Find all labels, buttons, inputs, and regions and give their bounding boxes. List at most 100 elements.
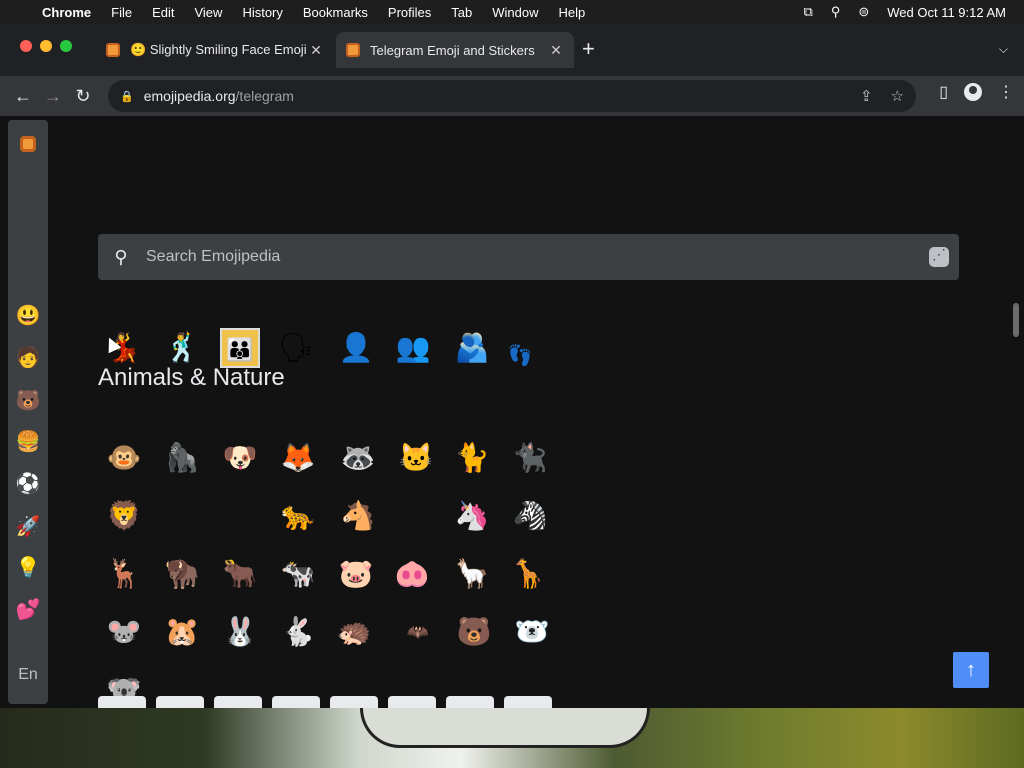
lock-icon[interactable]: 🔒 (120, 90, 134, 103)
macos-menu-bar: Chrome File Edit View History Bookmarks … (0, 0, 1024, 24)
chrome-menu-icon[interactable]: ⋮ (998, 82, 1014, 102)
emoji-cell[interactable]: 🦇 (398, 612, 438, 652)
emoji-cell[interactable]: 🦄 (452, 496, 492, 536)
page-scrollbar[interactable] (1013, 303, 1019, 337)
tab-slightly-smiling-face[interactable]: 🙂 Slightly Smiling Face Emoji ✕ (96, 34, 334, 66)
close-window-button[interactable] (20, 40, 32, 52)
forward-arrow-icon[interactable]: → (38, 82, 68, 110)
emoji-cell[interactable]: 🦬 (162, 554, 202, 594)
control-center-icon[interactable]: ⊜ (858, 4, 869, 20)
bookmark-star-icon[interactable]: ☆ (891, 87, 904, 105)
emoji-cell-partial[interactable] (330, 696, 378, 708)
menu-help[interactable]: Help (549, 5, 596, 20)
menu-edit[interactable]: Edit (142, 5, 184, 20)
emoji-cell[interactable]: 👣 (500, 336, 540, 376)
menu-tab[interactable]: Tab (441, 5, 482, 20)
emoji-cell[interactable]: 🦓 (510, 496, 550, 536)
emoji-cell[interactable]: 🐇 (278, 612, 318, 652)
sidebar-item-animals[interactable]: 🐻 (8, 389, 48, 413)
emoji-cell[interactable]: 🐭 (104, 612, 144, 652)
emoji-cell[interactable]: 🐄 (278, 554, 318, 594)
emoji-cell[interactable]: 🫂 (452, 328, 492, 368)
emoji-cell[interactable]: 👤 (336, 328, 376, 368)
menu-history[interactable]: History (232, 5, 292, 20)
emoji-cell[interactable]: 🐴 (338, 496, 378, 536)
emojipedia-logo-icon[interactable] (20, 136, 36, 152)
emoji-cell[interactable]: 🦁 (104, 496, 144, 536)
emoji-cell[interactable]: 🐻 (454, 612, 494, 652)
reload-icon[interactable]: ↻ (68, 82, 98, 110)
emoji-cell[interactable]: 🐷 (336, 554, 376, 594)
emoji-cell-partial[interactable] (272, 696, 320, 708)
search-bar[interactable]: ⚲ Search Emojipedia (98, 234, 959, 280)
share-icon[interactable]: ⇪ (860, 87, 873, 105)
sidebar-item-objects[interactable]: 💡 (8, 556, 48, 580)
emoji-cell[interactable]: 👥 (393, 328, 433, 368)
emoji-cell[interactable]: 👪 (220, 328, 260, 368)
tab-telegram-emoji[interactable]: Telegram Emoji and Stickers ✕ (336, 32, 574, 68)
emoji-cell[interactable]: 🦔 (334, 612, 374, 652)
emoji-cell[interactable]: 🕺 (162, 328, 202, 368)
window-controls (20, 40, 72, 52)
sidebar-item-travel[interactable]: 🚀 (8, 515, 48, 539)
emoji-cell[interactable]: 🐂 (220, 554, 260, 594)
menu-bar-clock[interactable]: Wed Oct 11 9:12 AM (887, 5, 1006, 20)
sidebar-item-food[interactable]: 🍔 (8, 430, 48, 454)
emoji-cell-partial[interactable] (504, 696, 552, 708)
emoji-cell[interactable]: 🐰 (220, 612, 260, 652)
emoji-cell-partial[interactable] (388, 696, 436, 708)
emoji-cell[interactable]: 🗣 (276, 328, 316, 368)
emoji-cell[interactable]: 🐽 (392, 554, 432, 594)
menu-file[interactable]: File (101, 5, 142, 20)
new-tab-button[interactable]: + (582, 38, 595, 60)
emoji-cell-partial[interactable] (156, 696, 204, 708)
emoji-cell[interactable]: 🐱 (396, 438, 436, 478)
sidebar-item-activities[interactable]: ⚽ (8, 472, 48, 496)
emoji-cell-partial[interactable] (446, 696, 494, 708)
back-arrow-icon[interactable]: ← (8, 82, 38, 110)
zoom-window-button[interactable] (60, 40, 72, 52)
sidebar-item-smileys[interactable]: 😃 (8, 304, 48, 328)
random-emoji-dice-icon[interactable] (929, 246, 949, 267)
tab-search-chevron-icon[interactable]: ⌵ (999, 42, 1008, 57)
profile-avatar-icon[interactable] (964, 83, 982, 101)
close-tab-icon[interactable]: ✕ (548, 42, 564, 59)
tab-emoji: 🙂 (130, 42, 147, 57)
menu-window[interactable]: Window (482, 5, 548, 20)
emoji-cell[interactable]: 🦙 (452, 554, 492, 594)
emoji-cell[interactable]: 🦍 (162, 438, 202, 478)
spotlight-search-icon[interactable]: ⚲ (831, 4, 841, 20)
emoji-cell[interactable]: 🐈 (452, 438, 492, 478)
menu-app-name[interactable]: Chrome (40, 5, 101, 20)
scroll-to-top-button[interactable]: ↑ (953, 652, 989, 688)
emoji-cell[interactable]: 🦒 (508, 554, 548, 594)
address-bar[interactable]: 🔒 emojipedia.org/telegram ⇪ ☆ (108, 80, 916, 112)
emoji-cell[interactable]: 🐵 (104, 438, 144, 478)
browser-window: 🙂 Slightly Smiling Face Emoji ✕ Telegram… (0, 24, 1024, 708)
emoji-cell[interactable]: 🦊 (278, 438, 318, 478)
desktop-wallpaper (0, 708, 1024, 768)
emoji-cell[interactable]: 🦌 (104, 554, 144, 594)
sidebar-item-people[interactable]: 🧑 (8, 346, 48, 370)
emoji-cell[interactable]: 🐈‍⬛ (510, 438, 550, 478)
emoji-cell[interactable]: 🐻‍❄️ (512, 612, 552, 652)
search-input[interactable]: Search Emojipedia (144, 248, 280, 266)
emojipedia-favicon-icon (106, 43, 120, 57)
emoji-cell[interactable]: 🐹 (162, 612, 202, 652)
search-icon: ⚲ (114, 246, 128, 267)
emoji-cell-partial[interactable] (98, 696, 146, 708)
sidebar-item-symbols[interactable]: 💕 (8, 598, 48, 622)
menu-profiles[interactable]: Profiles (378, 5, 441, 20)
close-tab-icon[interactable]: ✕ (308, 42, 324, 59)
minimize-window-button[interactable] (40, 40, 52, 52)
emoji-cell[interactable]: 🐶 (220, 438, 260, 478)
side-panel-icon[interactable]: ▯ (939, 82, 948, 102)
menu-bookmarks[interactable]: Bookmarks (293, 5, 378, 20)
emoji-cell[interactable]: 🐆 (278, 496, 318, 536)
tab-title: Telegram Emoji and Stickers (370, 42, 535, 58)
language-selector[interactable]: En (8, 666, 48, 684)
menu-view[interactable]: View (184, 5, 232, 20)
emoji-cell[interactable]: 🦝 (338, 438, 378, 478)
screen-mirroring-icon[interactable]: ⧉ (804, 4, 813, 20)
emoji-cell-partial[interactable] (214, 696, 262, 708)
